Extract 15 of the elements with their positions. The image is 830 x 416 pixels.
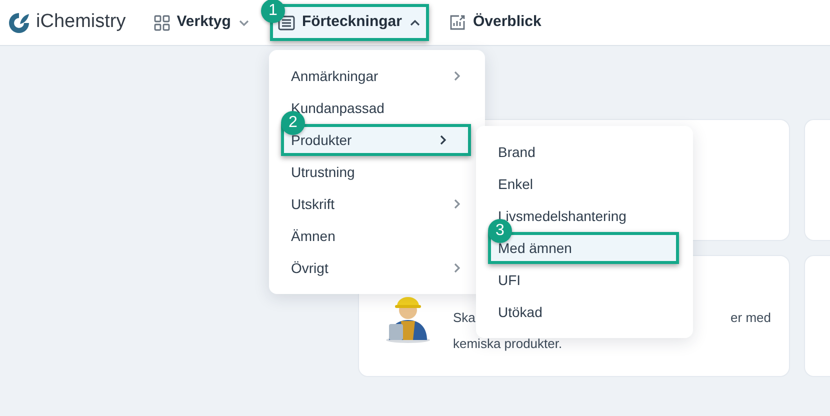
logo-icon [8,12,30,34]
card-description: kemiska produkter. [453,336,562,350]
menu-item[interactable]: UFI [476,264,693,296]
list-icon [278,14,295,30]
card-description: Ska [453,309,476,327]
nav-menu-button[interactable]: Verktyg [146,4,258,41]
menu-item[interactable]: Ämnen [269,220,485,252]
nav-menu-button[interactable]: Överblick [440,4,550,41]
grid-icon [154,14,170,30]
card-description: er med [730,309,771,327]
menu-item[interactable]: Utökad [476,296,693,328]
app-logo: iChemistry [36,10,126,34]
chart-icon [448,14,466,31]
step-number: 1 [260,0,285,23]
menu-item[interactable]: Anmärkningar [269,60,485,92]
